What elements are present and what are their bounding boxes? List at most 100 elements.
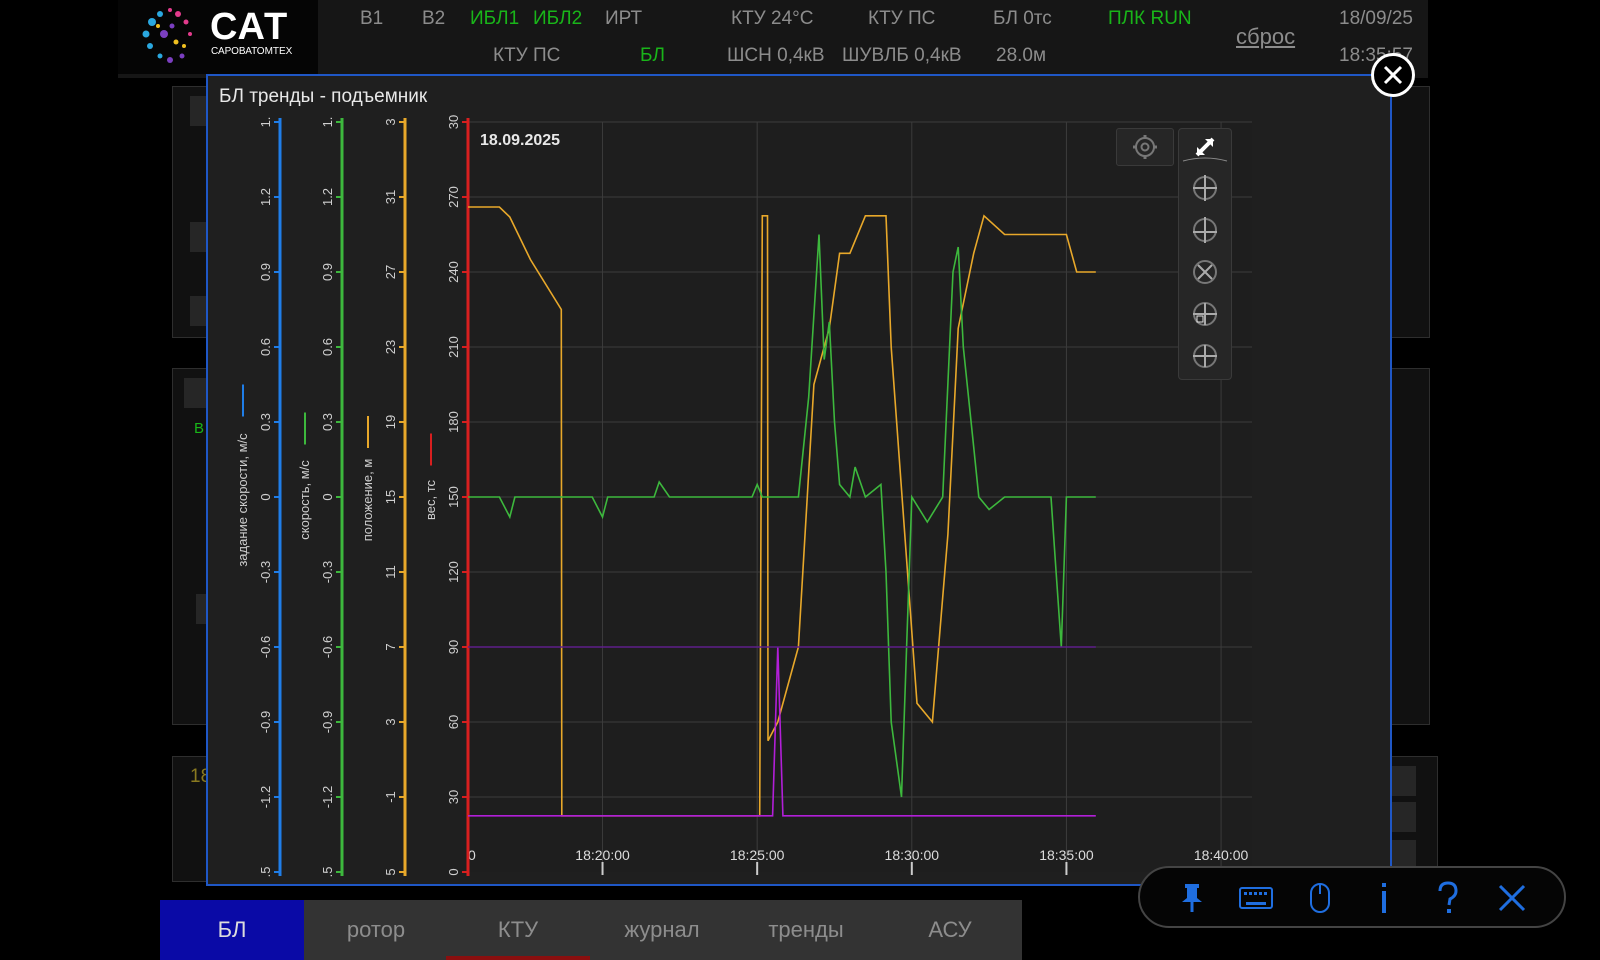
info-icon bbox=[1382, 883, 1386, 913]
background-button bbox=[1392, 766, 1416, 796]
y-tick-label: 19 bbox=[383, 415, 398, 429]
mouse-icon bbox=[1310, 883, 1330, 913]
help-button[interactable] bbox=[1428, 878, 1468, 918]
pan-horizontal-button[interactable] bbox=[1179, 211, 1231, 249]
y-axis-title: положение, м bbox=[360, 459, 375, 542]
y-tick-label: -0.6 bbox=[320, 636, 335, 658]
y-axis-title: скорость, м/с bbox=[297, 460, 312, 540]
y-tick-label: -0.6 bbox=[258, 636, 273, 658]
y-tick-label: 0 bbox=[258, 493, 273, 500]
info-button[interactable] bbox=[1364, 878, 1404, 918]
x-tick-label: 18:25:00 bbox=[730, 847, 785, 863]
y-tick-label: 11 bbox=[383, 565, 398, 579]
y-tick-label: 0.3 bbox=[258, 413, 273, 431]
status-bl: БЛ bbox=[640, 45, 665, 66]
header-date: 18/09/25 bbox=[1339, 8, 1413, 29]
tab-indicator bbox=[446, 956, 590, 960]
y-tick-label: 0.9 bbox=[320, 263, 335, 281]
help-icon bbox=[1438, 881, 1458, 913]
chart-zoom-toolbar bbox=[1178, 128, 1232, 380]
status-plc-run: ПЛК RUN bbox=[1108, 8, 1192, 29]
zoom-vertical-icon bbox=[1193, 344, 1217, 368]
y-axis-title: задание скорости, м/с bbox=[235, 433, 250, 567]
reset-link[interactable]: сброс bbox=[1236, 24, 1295, 50]
y-tick-label: -0.3 bbox=[320, 561, 335, 583]
status-v2: В2 bbox=[422, 8, 446, 29]
y-tick-label: .5 bbox=[320, 867, 335, 878]
pin-button[interactable] bbox=[1172, 878, 1212, 918]
y-tick-label: 15 bbox=[383, 490, 398, 504]
pan-vertical-icon bbox=[1193, 175, 1217, 201]
y-tick-label: 0.3 bbox=[320, 413, 335, 431]
close-modal-button[interactable] bbox=[1371, 53, 1415, 97]
tab-asu[interactable]: АСУ bbox=[878, 900, 1022, 960]
status-position: 28.0м bbox=[996, 45, 1047, 66]
tab-rotor[interactable]: ротор bbox=[304, 900, 448, 960]
fit-all-button[interactable] bbox=[1179, 253, 1231, 291]
tab-bl[interactable]: БЛ bbox=[160, 900, 304, 960]
tab-trends[interactable]: тренды bbox=[734, 900, 878, 960]
zoom-vertical-button[interactable] bbox=[1179, 337, 1231, 375]
keyboard-icon bbox=[1239, 887, 1273, 909]
settings-icon bbox=[1133, 135, 1157, 159]
y-tick-label: 0 bbox=[446, 868, 461, 875]
y-tick-label: -1.2 bbox=[258, 786, 273, 808]
tab-ktu[interactable]: КТУ bbox=[446, 900, 590, 960]
brand-subtitle: САРОВАТОМТЕХ bbox=[211, 46, 293, 57]
y-tick-label: 5 bbox=[383, 868, 398, 875]
y-tick-label: 60 bbox=[446, 715, 461, 729]
y-tick-label: 1.2 bbox=[258, 188, 273, 206]
pin-icon bbox=[1182, 884, 1202, 912]
logo-mark-icon bbox=[142, 8, 192, 63]
y-tick-label: 0 bbox=[320, 493, 335, 500]
y-tick-label: -0.9 bbox=[320, 711, 335, 733]
x-tick-label: 18:20:00 bbox=[575, 847, 630, 863]
status-shuvlb: ШУВЛБ 0,4кВ bbox=[842, 45, 962, 66]
fit-all-icon bbox=[1193, 260, 1217, 284]
close-toolbar-button[interactable] bbox=[1492, 878, 1532, 918]
y-tick-label: 1.2 bbox=[320, 188, 335, 206]
modal-title: БЛ тренды - подъемник bbox=[219, 86, 428, 107]
y-tick-label: 120 bbox=[446, 561, 461, 583]
chart-date-label: 18.09.2025 bbox=[480, 132, 560, 149]
y-tick-label: 30 bbox=[446, 790, 461, 804]
status-ktu-ps-2: КТУ ПС bbox=[493, 45, 561, 66]
y-tick-label: 210 bbox=[446, 336, 461, 358]
y-tick-label: 0.6 bbox=[258, 338, 273, 356]
zoom-horizontal-button[interactable] bbox=[1179, 295, 1231, 333]
status-bl-weight: БЛ 0тс bbox=[993, 8, 1052, 29]
status-shsn: ШСН 0,4кВ bbox=[727, 45, 825, 66]
status-ktu-ps: КТУ ПС bbox=[868, 8, 936, 29]
y-tick-label: 27 bbox=[383, 265, 398, 279]
keyboard-button[interactable] bbox=[1236, 878, 1276, 918]
y-tick-label: 23 bbox=[383, 340, 398, 354]
pan-horizontal-icon bbox=[1193, 217, 1217, 243]
chart-settings-button[interactable] bbox=[1116, 128, 1174, 166]
close-icon bbox=[1498, 884, 1526, 912]
y-tick-label: -1 bbox=[383, 791, 398, 803]
zoom-horizontal-icon bbox=[1193, 302, 1217, 326]
brand-title: САТ bbox=[210, 6, 289, 48]
y-tick-label: 30 bbox=[446, 115, 461, 129]
y-tick-label: 31 bbox=[383, 190, 398, 204]
mouse-button[interactable] bbox=[1300, 878, 1340, 918]
y-tick-label: 3 bbox=[383, 118, 398, 125]
background-button bbox=[1392, 802, 1416, 832]
y-tick-label: 3 bbox=[383, 718, 398, 725]
status-ibl1: ИБЛ1 bbox=[470, 8, 520, 29]
resize-button[interactable] bbox=[1179, 129, 1231, 167]
y-tick-label: 1. bbox=[320, 117, 335, 128]
close-icon bbox=[1383, 65, 1403, 85]
y-tick-label: 240 bbox=[446, 261, 461, 283]
y-tick-label: 0.9 bbox=[258, 263, 273, 281]
y-tick-label: 270 bbox=[446, 186, 461, 208]
status-ktu-temp: КТУ 24°С bbox=[731, 8, 814, 29]
y-tick-label: -0.3 bbox=[258, 561, 273, 583]
trend-chart[interactable]: 0 18:20:00 18:25:00 18:30:00 18:35:00 18:40:0… bbox=[206, 110, 1256, 880]
pan-vertical-button[interactable] bbox=[1179, 169, 1231, 207]
y-tick-label: 7 bbox=[383, 643, 398, 650]
status-ibl2: ИБЛ2 bbox=[533, 8, 583, 29]
resize-icon bbox=[1182, 137, 1228, 162]
y-tick-label: 150 bbox=[446, 486, 461, 508]
tab-journal[interactable]: журнал bbox=[590, 900, 734, 960]
